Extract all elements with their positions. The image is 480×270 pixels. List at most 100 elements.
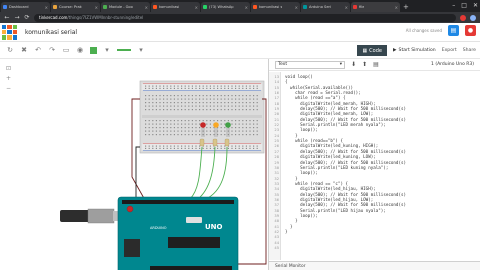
close-tab-icon[interactable]: × (345, 5, 348, 10)
visibility-icon[interactable]: ◉ (76, 46, 84, 54)
tab-title: Module - Goo (109, 5, 133, 9)
undo-icon[interactable]: ↶ (34, 46, 42, 54)
circuit-view-icon[interactable]: ▤ (448, 25, 459, 36)
note-icon[interactable]: ▭ (62, 46, 70, 54)
breadboard-hole (253, 130, 255, 132)
user-avatar[interactable]: ● (465, 25, 476, 36)
redo-icon[interactable]: ↷ (48, 46, 56, 54)
close-tab-icon[interactable]: × (95, 5, 98, 10)
editor-toolbar: ↻ ✖ ↶ ↷ ▭ ◉ ▾ ▾ ▦ Code ▶ Start Simulation … (0, 42, 480, 59)
breadboard-hole (170, 95, 172, 97)
breadboard-hole (227, 120, 229, 122)
breadboard-hole (155, 147, 157, 149)
breadboard-hole (199, 85, 201, 87)
delete-icon[interactable]: ✖ (20, 46, 28, 54)
breadboard-hole (256, 102, 258, 104)
browser-tab[interactable]: komunikasi s × (251, 2, 300, 12)
code-mode-select[interactable]: Text ▾ (275, 60, 345, 69)
browser-tab[interactable]: (73) WhatsAp × (201, 2, 250, 12)
breadboard-hole (163, 147, 165, 149)
serial-monitor-bar[interactable]: Serial Monitor (269, 261, 480, 270)
browser-tab[interactable]: file × (351, 2, 400, 12)
breadboard-hole (188, 85, 190, 87)
fit-view-icon[interactable]: ⊡ (6, 65, 11, 72)
zoom-in-icon[interactable]: + (6, 75, 11, 82)
zoom-out-icon[interactable]: − (6, 85, 11, 92)
chevron-down-icon[interactable]: ▾ (137, 46, 145, 54)
share-button[interactable]: Share (463, 48, 476, 53)
url-path: /things/7IZ1VWMInnbr-stunning/editel (67, 15, 144, 20)
breadboard-hole (238, 147, 240, 149)
chevron-down-icon[interactable]: ▾ (103, 46, 111, 54)
browser-tab[interactable]: komunikasi × (151, 2, 200, 12)
minimize-icon[interactable]: – (452, 0, 455, 11)
code-area[interactable]: 13 14 15 16 17 18 19 20 21 22 23 24 25 26 27 28 29 30 31 32… (269, 72, 480, 260)
breadboard-hole (188, 109, 190, 111)
export-button[interactable]: Export (442, 48, 457, 53)
extension-icon[interactable] (460, 14, 466, 21)
reload-icon[interactable]: ⟳ (24, 14, 30, 21)
board-model-label: UNO (205, 223, 223, 231)
code-line[interactable]: } (285, 229, 480, 234)
close-tab-icon[interactable]: × (395, 5, 398, 10)
breadboard-hole (231, 130, 233, 132)
breadboard-hole (249, 95, 251, 97)
close-tab-icon[interactable]: × (145, 5, 148, 10)
breadboard-hole (173, 145, 175, 147)
wire-color-swatch[interactable] (90, 46, 97, 54)
library-icon[interactable]: ▤ (373, 61, 379, 68)
breadboard-hole (181, 102, 183, 104)
breadboard-hole (231, 102, 233, 104)
close-tab-icon[interactable]: × (195, 5, 198, 10)
close-window-icon[interactable]: ✕ (473, 0, 478, 11)
board-brand-label: ARDUINO (150, 226, 167, 230)
board-select[interactable]: 1 (Arduino Uno R3) (431, 62, 474, 67)
breadboard-hole (159, 120, 161, 122)
breadboard-hole (224, 130, 226, 132)
breadboard-hole (245, 130, 247, 132)
circuit-canvas[interactable]: ⊡ + − UNO ARDUINO (0, 59, 268, 270)
browser-tab[interactable]: Course: Prak × (51, 2, 100, 12)
breadboard-hole (195, 85, 197, 87)
breadboard-hole (191, 134, 193, 136)
breadboard-hole (220, 120, 222, 122)
breadboard-hole (199, 127, 201, 129)
breadboard-hole (145, 147, 147, 149)
tab-title: komunikasi s (259, 5, 283, 9)
rotate-icon[interactable]: ↻ (6, 46, 14, 54)
profile-avatar[interactable] (470, 14, 476, 21)
close-tab-icon[interactable]: × (295, 5, 298, 10)
breadboard-hole (253, 145, 255, 147)
breadboard-hole (184, 130, 186, 132)
code-lines[interactable]: void loop(){ while(Serial.available()) c… (281, 72, 480, 260)
close-tab-icon[interactable]: × (45, 5, 48, 10)
maximize-icon[interactable]: □ (461, 0, 467, 11)
breadboard-hole (224, 87, 226, 89)
upload-icon[interactable]: ⬆ (362, 61, 367, 68)
code-button[interactable]: ▦ Code (357, 45, 387, 56)
breadboard-hole (191, 147, 193, 149)
download-icon[interactable]: ⬇ (351, 61, 356, 68)
back-icon[interactable]: ← (4, 14, 10, 21)
url-field[interactable]: tinkercad.com /things/7IZ1VWMInnbr-stunn… (34, 13, 456, 22)
new-tab-button[interactable]: + (403, 2, 409, 12)
tinkercad-logo[interactable] (0, 23, 19, 42)
close-tab-icon[interactable]: × (245, 5, 248, 10)
start-simulation-button[interactable]: ▶ Start Simulation (393, 48, 436, 53)
breadboard-hole (145, 85, 147, 87)
breadboard-hole (231, 134, 233, 136)
wire-type-icon[interactable] (117, 49, 131, 51)
breadboard-hole (191, 105, 193, 107)
breadboard-hole (256, 130, 258, 132)
browser-tab[interactable]: Dashboard × (1, 2, 50, 12)
breadboard-hole (148, 87, 150, 89)
browser-tab[interactable]: Arduino Seri × (301, 2, 350, 12)
breadboard-hole (245, 109, 247, 111)
project-title[interactable]: komunikasi serial (25, 29, 77, 36)
arduino-uno-board[interactable] (117, 196, 239, 270)
browser-tab[interactable]: Module - Goo × (101, 2, 150, 12)
breadboard-hole (145, 87, 147, 89)
breadboard-hole (188, 147, 190, 149)
breadboard-hole (202, 98, 204, 100)
forward-icon[interactable]: → (14, 14, 20, 21)
